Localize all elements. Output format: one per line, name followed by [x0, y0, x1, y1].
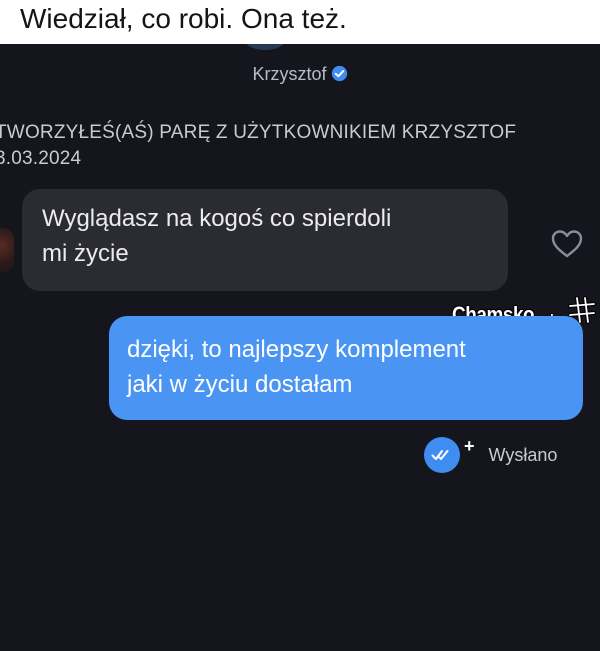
- received-message-line: Wyglądasz na kogoś co spierdoli: [42, 205, 392, 232]
- contact-avatar[interactable]: [245, 44, 285, 50]
- match-notice: TWORZYŁEŚ(AŚ) PARĘ Z UŻYTKOWNIKIEM KRZYS…: [0, 120, 516, 172]
- match-notice-text: TWORZYŁEŚ(AŚ) PARĘ Z UŻYTKOWNIKIEM KRZYS…: [0, 122, 517, 143]
- sent-message-line: jaki w życiu dostałam: [127, 371, 353, 398]
- received-message-bubble[interactable]: Wyglądasz na kogoś co spierdoli mi życie: [22, 189, 508, 291]
- sent-status-label: Wysłano: [488, 444, 558, 465]
- heart-icon[interactable]: [549, 226, 585, 262]
- match-date: 3.03.2024: [0, 148, 82, 169]
- message-status: + Wysłano: [424, 434, 557, 476]
- chat-screen: Krzysztof TWORZYŁEŚ(AŚ) PARĘ Z UŻYTKOWNI…: [0, 44, 600, 651]
- contact-name: Krzysztof: [252, 64, 327, 84]
- received-message-line: mi życie: [42, 240, 129, 267]
- chat-header[interactable]: Krzysztof: [0, 64, 600, 85]
- sent-message-bubble[interactable]: dzięki, to najlepszy komplement jaki w ż…: [109, 316, 583, 420]
- sender-avatar[interactable]: [0, 228, 14, 272]
- sent-message-line: dzięki, to najlepszy komplement: [127, 336, 466, 363]
- double-check-icon: [424, 437, 460, 473]
- plus-icon: +: [464, 435, 475, 456]
- verified-badge-icon: [331, 65, 347, 82]
- caption-text: Wiedział, co robi. Ona też.: [20, 3, 347, 34]
